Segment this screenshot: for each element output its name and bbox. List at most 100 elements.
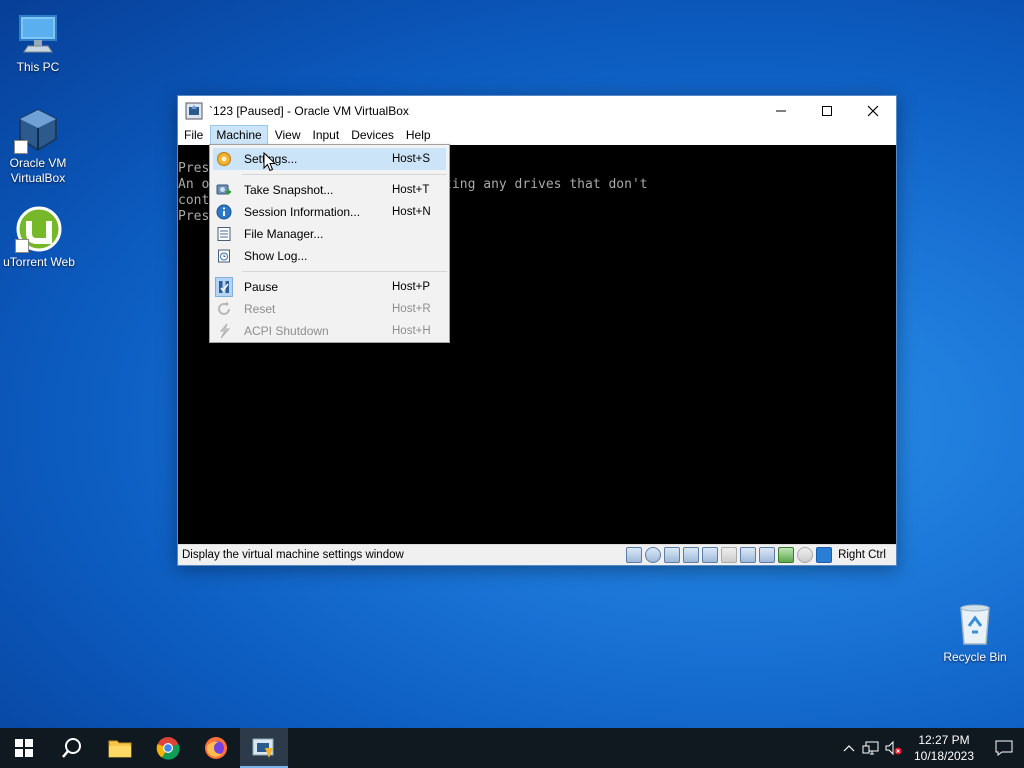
start-button[interactable]	[0, 728, 48, 768]
recycle-bin-icon	[951, 600, 999, 648]
minimize-button[interactable]	[758, 96, 804, 125]
file-manager-icon	[215, 225, 233, 243]
audio-icon[interactable]	[664, 547, 681, 563]
desktop-icon-label: uTorrent Web	[3, 255, 75, 269]
menu-item-shortcut: Host+N	[392, 206, 431, 218]
menu-item-reset[interactable]: Reset Host+R	[210, 298, 449, 320]
log-icon	[215, 247, 233, 265]
virtualbox-icon	[14, 106, 62, 154]
network-icon	[862, 741, 879, 755]
virtualbox-icon	[252, 738, 274, 758]
window-title: `123 [Paused] - Oracle VM VirtualBox	[209, 103, 409, 118]
desktop-icon-virtualbox[interactable]: Oracle VM VirtualBox	[0, 106, 76, 186]
menu-help[interactable]: Help	[401, 125, 436, 145]
desktop-icon-label: This PC	[16, 60, 60, 74]
menu-machine[interactable]: Machine	[210, 125, 268, 145]
menu-item-shortcut: Host+H	[392, 325, 431, 337]
menu-bar: File Machine View Input Devices Help	[178, 125, 896, 145]
menu-item-label: Session Information...	[244, 205, 361, 219]
display-icon[interactable]	[740, 547, 757, 563]
usb-icon[interactable]	[702, 547, 719, 563]
shortcut-arrow-icon	[14, 140, 28, 154]
virtualbox-taskbar-button[interactable]	[240, 728, 288, 768]
shared-folders-icon[interactable]	[721, 547, 738, 563]
menu-file[interactable]: File	[179, 125, 208, 145]
computer-icon	[14, 10, 62, 58]
firefox-button[interactable]	[192, 728, 240, 768]
start-icon	[15, 739, 33, 757]
network-icon[interactable]	[683, 547, 700, 563]
clock-time: 12:27 PM	[918, 733, 970, 747]
menu-item-shortcut: Host+T	[392, 184, 430, 196]
volume-tray-button[interactable]	[882, 728, 904, 768]
reset-icon	[215, 300, 233, 318]
desktop-icon-recycle-bin[interactable]: Recycle Bin	[937, 600, 1013, 665]
menu-devices[interactable]: Devices	[346, 125, 399, 145]
file-explorer-icon	[108, 740, 132, 758]
machine-menu-dropdown: Settings... Host+S Take Snapshot... Host…	[209, 144, 450, 343]
maximize-button[interactable]	[804, 96, 850, 125]
title-bar[interactable]: `123 [Paused] - Oracle VM VirtualBox	[178, 96, 896, 125]
system-tray: 12:27 PM 10/18/2023	[838, 728, 1024, 768]
menu-separator	[242, 271, 447, 272]
menu-item-label: Show Log...	[244, 249, 308, 263]
search-icon	[62, 738, 81, 758]
clock-date: 10/18/2023	[913, 749, 975, 763]
pause-checked-indicator	[215, 277, 233, 297]
chrome-button[interactable]	[144, 728, 192, 768]
host-key-label: Right Ctrl	[838, 549, 886, 561]
virtualbox-icon	[185, 102, 203, 120]
volume-muted-icon	[885, 740, 902, 756]
maximize-icon	[822, 105, 832, 116]
network-tray-button[interactable]	[860, 728, 882, 768]
menu-item-show-log[interactable]: Show Log...	[210, 245, 449, 267]
file-explorer-button[interactable]	[96, 728, 144, 768]
menu-input[interactable]: Input	[308, 125, 345, 145]
status-indicators	[626, 547, 833, 563]
mouse-integration-icon[interactable]	[797, 547, 814, 563]
menu-item-label: ACPI Shutdown	[244, 324, 329, 338]
shortcut-arrow-icon	[15, 239, 29, 253]
close-icon	[867, 105, 879, 116]
show-hidden-icons-button[interactable]	[838, 728, 860, 768]
hard-disk-icon[interactable]	[626, 547, 643, 563]
firefox-icon	[205, 737, 227, 759]
desktop-icon-label: Recycle Bin	[943, 650, 1007, 664]
desktop-icon-label: Oracle VM VirtualBox	[9, 156, 67, 185]
search-button[interactable]	[48, 728, 96, 768]
cpu-activity-icon[interactable]	[778, 547, 795, 563]
menu-view[interactable]: View	[270, 125, 306, 145]
acpi-shutdown-icon	[215, 322, 233, 340]
menu-item-take-snapshot[interactable]: Take Snapshot... Host+T	[210, 179, 449, 201]
menu-item-label: Reset	[244, 302, 276, 316]
gear-icon	[215, 150, 233, 168]
menu-item-file-manager[interactable]: File Manager...	[210, 223, 449, 245]
status-text: Display the virtual machine settings win…	[182, 549, 404, 561]
video-capture-icon[interactable]	[759, 547, 776, 563]
menu-item-label: File Manager...	[244, 227, 324, 241]
notifications-button[interactable]	[984, 728, 1024, 768]
desktop-icon-utorrent[interactable]: uTorrent Web	[1, 205, 77, 270]
menu-item-session-information[interactable]: Session Information... Host+N	[210, 201, 449, 223]
minimize-icon	[776, 110, 786, 111]
optical-drive-icon[interactable]	[645, 547, 662, 563]
chrome-icon	[156, 737, 180, 760]
mouse-cursor-icon	[263, 151, 277, 172]
clock[interactable]: 12:27 PM 10/18/2023	[908, 732, 980, 764]
snapshot-icon	[215, 181, 233, 199]
menu-item-pause[interactable]: Pause Host+P	[210, 276, 449, 298]
close-button[interactable]	[850, 96, 896, 125]
info-icon	[215, 203, 233, 221]
menu-item-settings[interactable]: Settings... Host+S	[213, 148, 446, 170]
chevron-up-icon	[843, 745, 855, 752]
desktop-icon-this-pc[interactable]: This PC	[0, 10, 76, 75]
menu-item-shortcut: Host+S	[392, 153, 431, 165]
menu-item-shortcut: Host+P	[392, 281, 431, 293]
menu-item-acpi-shutdown[interactable]: ACPI Shutdown Host+H	[210, 320, 449, 342]
pause-icon	[215, 277, 233, 297]
menu-item-label: Pause	[244, 280, 279, 294]
menu-item-label: Take Snapshot...	[244, 183, 334, 197]
menu-separator	[242, 174, 447, 175]
notification-icon	[995, 740, 1013, 756]
host-key-icon[interactable]	[816, 547, 833, 563]
